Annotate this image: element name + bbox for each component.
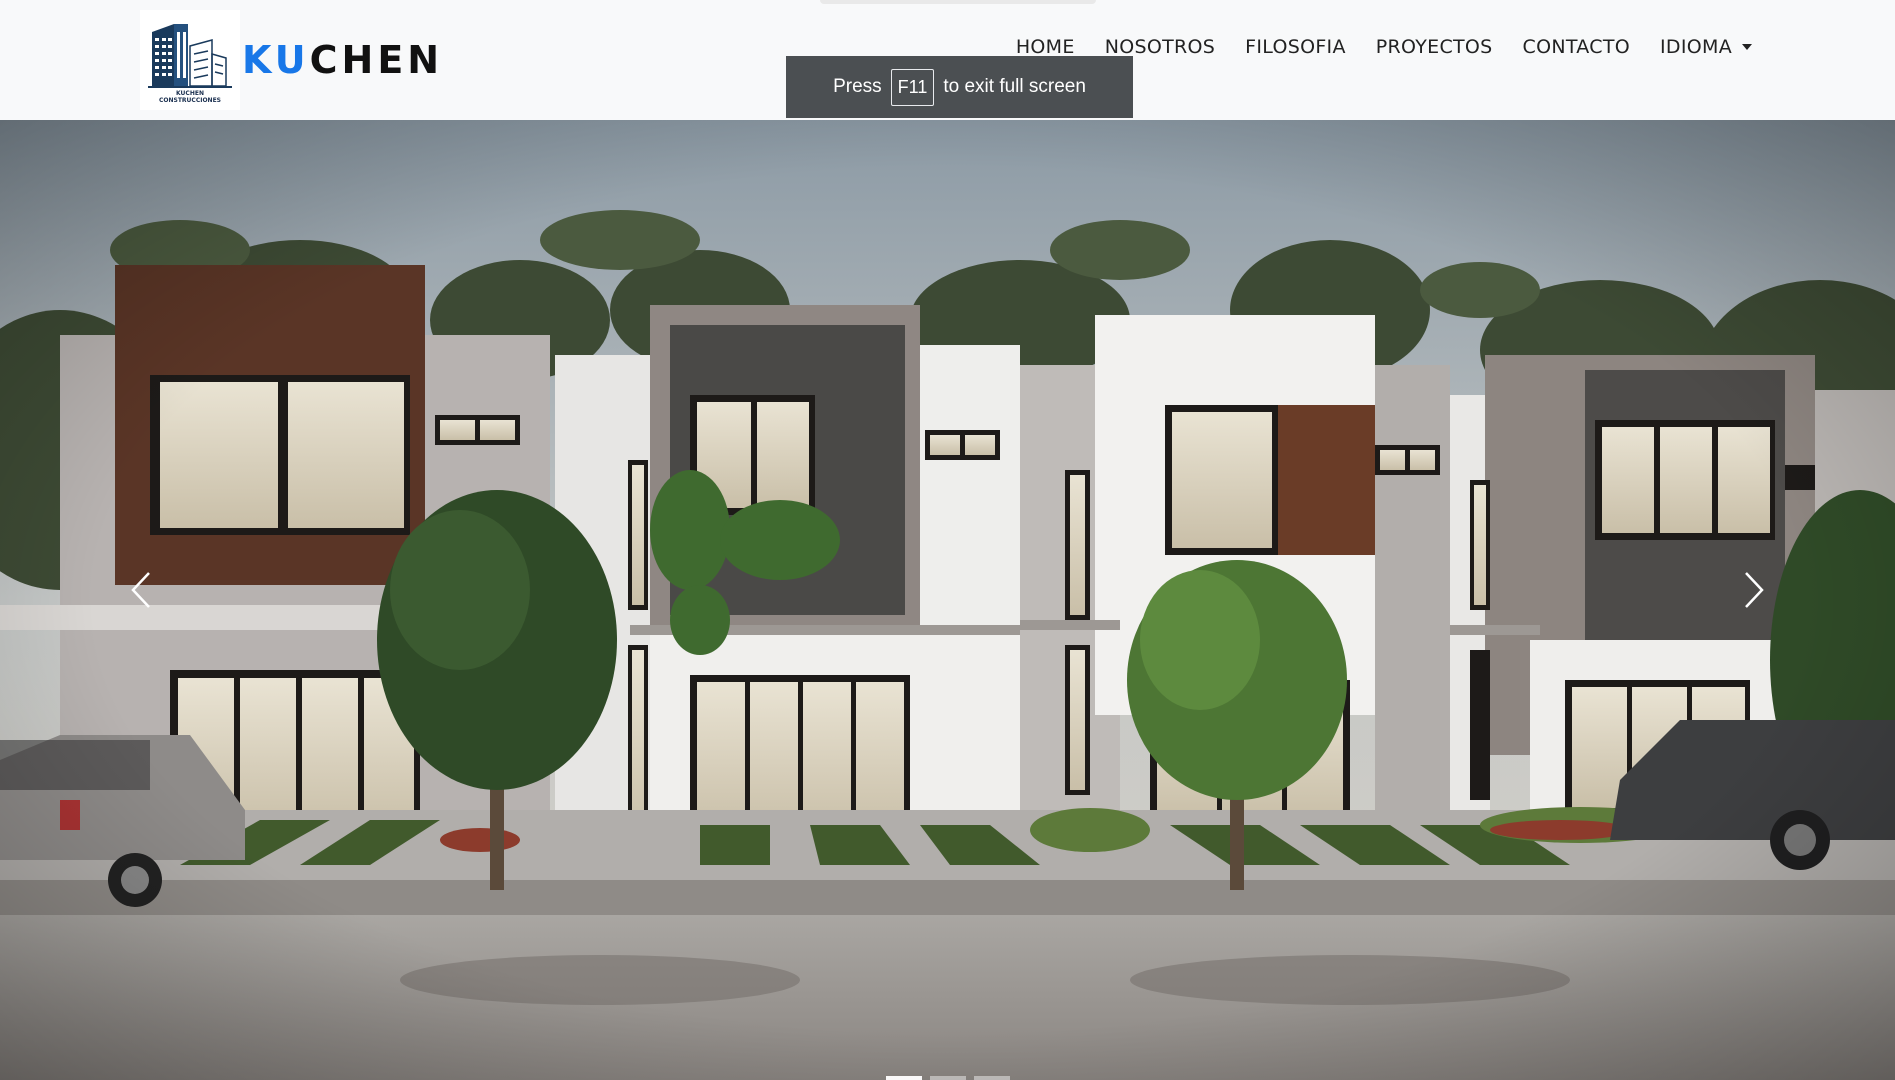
brand-name: KU CHEN	[242, 38, 443, 82]
nav-idioma-dropdown[interactable]: IDIOMA	[1660, 36, 1752, 58]
carousel-next-button[interactable]	[1719, 540, 1789, 640]
logo-caption-name: KUCHEN	[176, 90, 204, 97]
hero-carousel	[0, 120, 1895, 1080]
nav-contacto[interactable]: CONTACTO	[1523, 36, 1630, 58]
chevron-right-icon	[1745, 572, 1764, 608]
caret-down-icon	[1742, 44, 1752, 50]
carousel-indicators	[886, 1076, 1010, 1080]
brand-name-accent: KU	[242, 38, 310, 82]
fullscreen-notice-prefix: Press	[833, 76, 882, 97]
fullscreen-exit-notice: Press F11 to exit full screen	[786, 56, 1133, 118]
carousel-indicator-1[interactable]	[886, 1076, 922, 1080]
carousel-indicator-3[interactable]	[974, 1076, 1010, 1080]
nav-filosofia[interactable]: FILOSOFIA	[1245, 36, 1346, 58]
brand-link[interactable]: KUCHEN CONSTRUCCIONES KU CHEN	[140, 10, 443, 110]
nav-proyectos[interactable]: PROYECTOS	[1376, 36, 1493, 58]
fullscreen-notice-suffix: to exit full screen	[943, 76, 1086, 97]
nav-home[interactable]: HOME	[1016, 36, 1075, 58]
carousel-indicator-2[interactable]	[930, 1076, 966, 1080]
logo-caption-tagline: CONSTRUCCIONES	[158, 97, 221, 104]
fullscreen-tab-handle	[820, 0, 1096, 4]
hero-slide-image	[0, 120, 1895, 1080]
fullscreen-notice-key: F11	[890, 68, 935, 106]
brand-logo: KUCHEN CONSTRUCCIONES	[140, 10, 240, 110]
main-nav: HOME NOSOTROS FILOSOFIA PROYECTOS CONTAC…	[1016, 36, 1752, 58]
carousel-prev-button[interactable]	[106, 540, 176, 640]
chevron-left-icon	[131, 572, 150, 608]
brand-name-rest: CHEN	[309, 38, 444, 82]
nav-idioma-label: IDIOMA	[1660, 36, 1732, 58]
nav-nosotros[interactable]: NOSOTROS	[1105, 36, 1215, 58]
